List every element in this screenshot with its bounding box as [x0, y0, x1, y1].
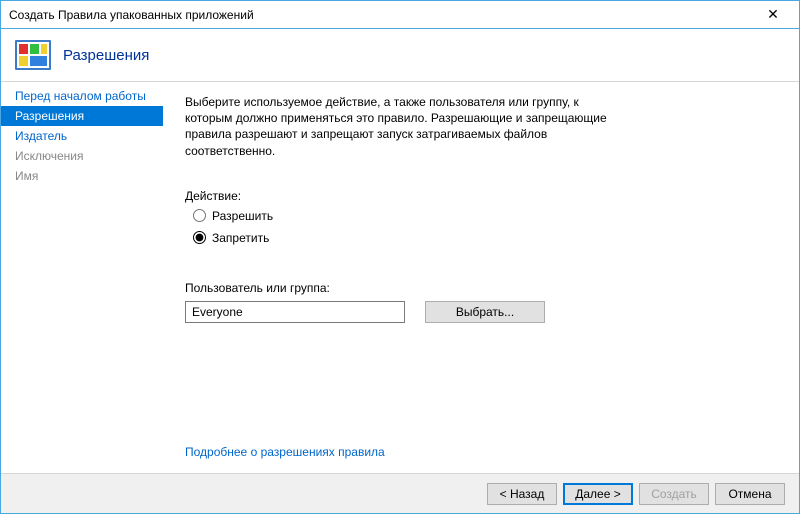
wizard-footer: < Назад Далее > Создать Отмена: [1, 473, 799, 513]
close-icon[interactable]: ✕: [753, 4, 793, 26]
applocker-icon: [15, 40, 51, 70]
radio-deny[interactable]: Запретить: [193, 231, 773, 245]
action-label: Действие:: [185, 189, 773, 203]
next-button[interactable]: Далее >: [563, 483, 633, 505]
sidebar-item-exceptions: Исключения: [1, 146, 163, 166]
radio-allow-input[interactable]: [193, 209, 206, 222]
select-user-button[interactable]: Выбрать...: [425, 301, 545, 323]
wizard-steps-sidebar: Перед началом работы Разрешения Издатель…: [1, 82, 163, 473]
user-group-input[interactable]: [185, 301, 405, 323]
page-title: Разрешения: [63, 47, 149, 64]
radio-deny-input[interactable]: [193, 231, 206, 244]
wizard-main-panel: Выберите используемое действие, а также …: [163, 82, 799, 473]
window-title: Создать Правила упакованных приложений: [9, 8, 753, 22]
sidebar-item-permissions[interactable]: Разрешения: [1, 106, 163, 126]
description-text: Выберите используемое действие, а также …: [185, 94, 615, 159]
user-group-label: Пользователь или группа:: [185, 281, 773, 295]
wizard-body: Перед началом работы Разрешения Издатель…: [1, 82, 799, 473]
radio-deny-label: Запретить: [212, 231, 269, 245]
back-button[interactable]: < Назад: [487, 483, 557, 505]
user-group-row: Выбрать...: [185, 301, 773, 323]
radio-allow-label: Разрешить: [212, 209, 273, 223]
wizard-header: Разрешения: [1, 29, 799, 82]
radio-allow[interactable]: Разрешить: [193, 209, 773, 223]
sidebar-item-before-start[interactable]: Перед началом работы: [1, 86, 163, 106]
titlebar: Создать Правила упакованных приложений ✕: [1, 1, 799, 29]
sidebar-item-publisher[interactable]: Издатель: [1, 126, 163, 146]
create-button: Создать: [639, 483, 709, 505]
sidebar-item-name: Имя: [1, 166, 163, 186]
cancel-button[interactable]: Отмена: [715, 483, 785, 505]
more-info-link[interactable]: Подробнее о разрешениях правила: [185, 445, 773, 459]
action-radio-group: Разрешить Запретить: [185, 209, 773, 253]
